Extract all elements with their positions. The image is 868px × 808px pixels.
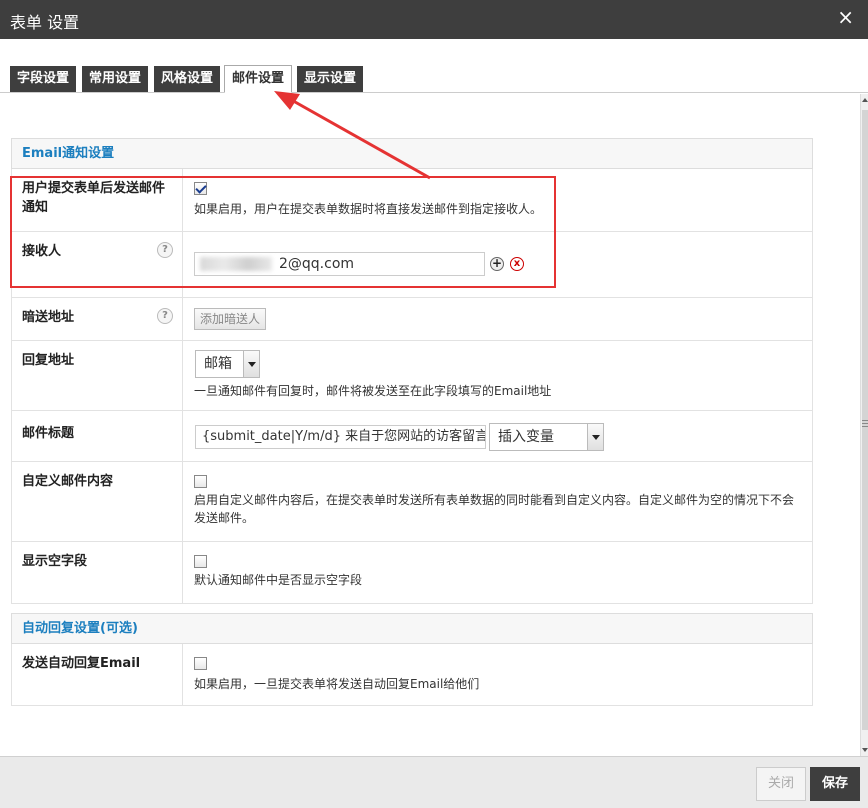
tab-email-settings[interactable]: 邮件设置 <box>224 65 292 93</box>
scroll-up-icon[interactable] <box>862 98 868 102</box>
chevron-down-icon <box>243 351 259 377</box>
tab-bar: 字段设置 常用设置 风格设置 邮件设置 显示设置 <box>0 39 868 93</box>
tab-general-settings[interactable]: 常用设置 <box>82 66 148 92</box>
tab-field-settings[interactable]: 字段设置 <box>10 66 76 92</box>
show-empty-label: 显示空字段 <box>12 542 183 603</box>
subject-label: 邮件标题 <box>12 411 183 461</box>
notify-checkbox[interactable] <box>194 182 207 195</box>
scroll-grip-icon <box>862 420 868 421</box>
send-auto-reply-label: 发送自动回复Email <box>12 644 183 705</box>
row-send-auto-reply: 发送自动回复Email 如果启用，一旦提交表单将发送自动回复Email给他们 <box>11 644 813 706</box>
custom-content-label: 自定义邮件内容 <box>12 462 183 541</box>
close-icon[interactable]: × <box>837 7 854 27</box>
row-subject: 邮件标题 {submit_date|Y/m/d} 来自于您网站的访客留言 插入变… <box>11 411 813 462</box>
help-icon[interactable]: ? <box>157 308 173 324</box>
save-button[interactable]: 保存 <box>810 767 860 801</box>
add-bcc-button[interactable]: 添加暗送人 <box>194 308 267 330</box>
row-recipient: 接收人 ? 2@qq.com + x <box>11 232 813 298</box>
show-empty-checkbox[interactable] <box>194 555 207 568</box>
subject-input[interactable]: {submit_date|Y/m/d} 来自于您网站的访客留言 <box>195 425 486 449</box>
reply-label: 回复地址 <box>12 341 183 410</box>
dialog-title: 表单 设置 <box>10 13 80 32</box>
scroll-down-icon[interactable] <box>862 748 868 752</box>
email-section-header: Email通知设置 <box>11 138 813 169</box>
chevron-down-icon <box>587 424 603 450</box>
close-button[interactable]: 关闭 <box>756 767 806 801</box>
custom-content-checkbox[interactable] <box>194 475 207 488</box>
reply-field-select[interactable]: 邮箱 <box>195 350 260 378</box>
row-show-empty: 显示空字段 默认通知邮件中是否显示空字段 <box>11 542 813 604</box>
dialog-footer: 关闭 保存 <box>0 756 868 808</box>
show-empty-desc: 默认通知邮件中是否显示空字段 <box>194 573 363 587</box>
custom-content-desc: 启用自定义邮件内容后，在提交表单时发送所有表单数据的同时能看到自定义内容。自定义… <box>194 493 795 525</box>
auto-reply-section-header: 自动回复设置(可选) <box>11 613 813 644</box>
row-custom-content: 自定义邮件内容 启用自定义邮件内容后，在提交表单时发送所有表单数据的同时能看到自… <box>11 462 813 542</box>
notify-desc: 如果启用，用户在提交表单数据时将直接发送邮件到指定接收人。 <box>194 202 543 216</box>
insert-variable-select[interactable]: 插入变量 <box>489 423 604 451</box>
row-reply: 回复地址 邮箱 一旦通知邮件有回复时，邮件将被发送至在此字段填写的Email地址 <box>11 341 813 411</box>
tab-display-settings[interactable]: 显示设置 <box>297 66 363 92</box>
reply-desc: 一旦通知邮件有回复时，邮件将被发送至在此字段填写的Email地址 <box>194 384 552 398</box>
recipient-label: 接收人 <box>12 232 183 297</box>
insert-variable-value: 插入变量 <box>498 429 554 445</box>
reply-select-value: 邮箱 <box>204 356 232 372</box>
vertical-scrollbar[interactable] <box>860 94 868 756</box>
help-icon[interactable]: ? <box>157 242 173 258</box>
send-auto-reply-desc: 如果启用，一旦提交表单将发送自动回复Email给他们 <box>194 677 480 691</box>
row-notify: 用户提交表单后发送邮件通知 如果启用，用户在提交表单数据时将直接发送邮件到指定接… <box>11 169 813 232</box>
send-auto-reply-checkbox[interactable] <box>194 657 207 670</box>
row-bcc: 暗送地址 ? 添加暗送人 <box>11 298 813 341</box>
notify-label: 用户提交表单后发送邮件通知 <box>12 169 183 231</box>
dialog-titlebar: 表单 设置 × <box>0 0 868 39</box>
redacted-email-prefix <box>200 257 272 271</box>
tab-style-settings[interactable]: 风格设置 <box>154 66 220 92</box>
add-icon[interactable]: + <box>490 257 504 271</box>
remove-icon[interactable]: x <box>510 257 524 271</box>
